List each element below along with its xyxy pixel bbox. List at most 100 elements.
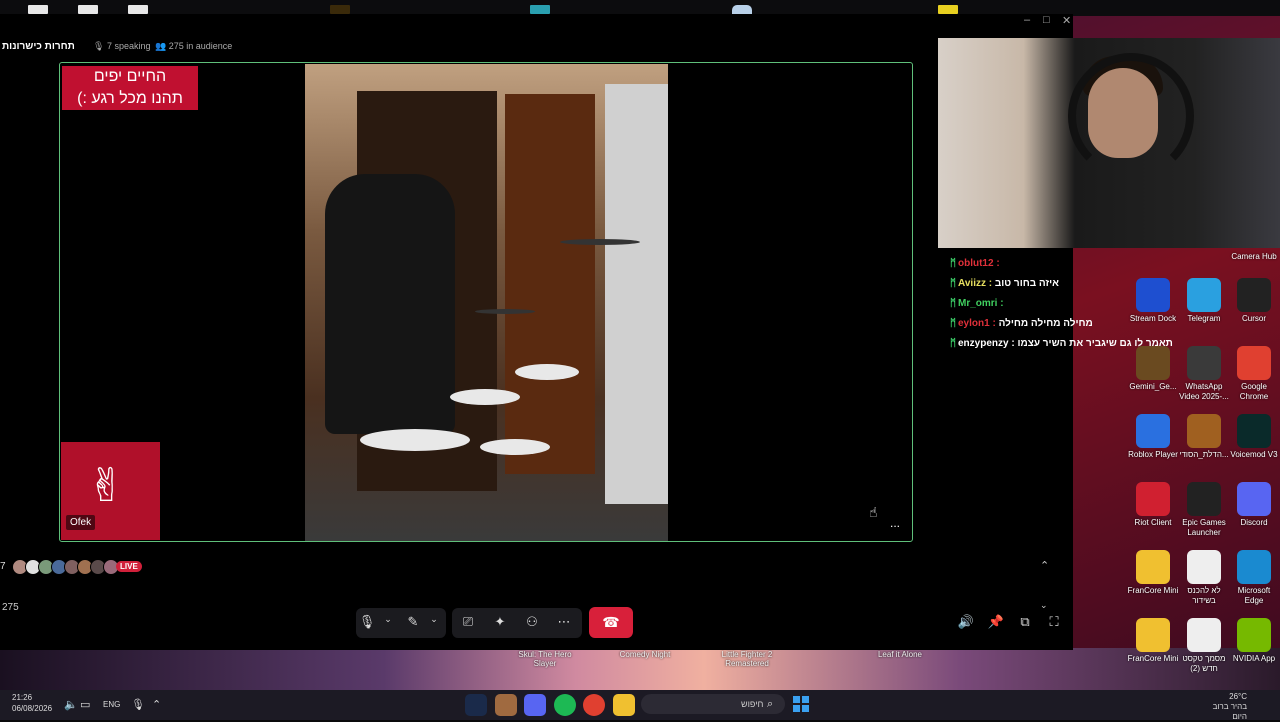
spotify-icon[interactable] <box>554 694 576 716</box>
desktop-icon[interactable]: Epic Games Launcher <box>1178 482 1230 538</box>
leave-stage-button[interactable]: ☎ <box>589 607 633 638</box>
chat-text: מחילה מחילה מחילה <box>998 318 1093 329</box>
desktop-app-icon <box>1237 278 1271 312</box>
maximize-button[interactable]: □ <box>1043 14 1050 26</box>
fullscreen-icon[interactable]: ⛶ <box>1044 614 1064 630</box>
chat-message: ᛗ Aviizz : איזה בחור טוב <box>950 278 1059 289</box>
mouse-cursor-icon: ☝ <box>869 504 878 520</box>
search-icon: ⌕ <box>767 698 774 710</box>
speaker-icon[interactable]: 🔈 <box>64 698 78 711</box>
pin-icon[interactable]: 📌 <box>986 614 1006 630</box>
desktop-icon-label: Google Chrome <box>1239 382 1269 401</box>
desktop-icon[interactable]: Roblox Player <box>1127 414 1179 460</box>
wallpaper-game-label: Leaf it Alone <box>877 650 923 659</box>
cabinet <box>505 94 595 474</box>
chat-message: ᛗ Mr_omri : <box>950 298 1004 309</box>
audience-total: 275 <box>2 602 19 613</box>
search-label: חיפוש <box>741 699 764 709</box>
chevron-down-icon[interactable]: ⌄ <box>378 614 398 625</box>
weather-widget[interactable]: 26°C בהיר ברוב היום <box>1203 692 1247 722</box>
microphone-icon[interactable]: 🎙 <box>357 614 377 630</box>
desktop-icon[interactable]: Camera Hub <box>1228 250 1280 262</box>
mod-badge-icon: ᛗ <box>950 258 956 269</box>
language-indicator[interactable]: ENG <box>103 700 120 709</box>
file-explorer-icon[interactable] <box>613 694 635 716</box>
drum-pad <box>450 389 520 405</box>
drum-pad <box>515 364 579 380</box>
chat-text: איזה בחור טוב <box>994 278 1059 289</box>
desktop-icon[interactable]: Voicemod V3 <box>1228 414 1280 460</box>
file-icon[interactable] <box>128 5 148 14</box>
invite-to-speak-icon[interactable]: ⚇ <box>522 614 542 630</box>
popout-icon[interactable]: ⧉ <box>1015 614 1035 630</box>
app-taskbar-icon[interactable] <box>495 694 517 716</box>
chat-message: ᛗ oblut12 : <box>950 258 1000 269</box>
app-icon[interactable] <box>530 5 550 14</box>
more-actions-icon[interactable]: ⋯ <box>554 614 574 630</box>
network-icon[interactable]: ▭ <box>80 698 90 711</box>
desktop-app-icon <box>1237 414 1271 448</box>
desktop-icon[interactable]: WhatsApp Video 2025-... <box>1178 346 1230 402</box>
mod-badge-icon: ᛗ <box>950 278 956 289</box>
desktop-app-icon <box>1237 346 1271 380</box>
activity-icon[interactable]: ✦ <box>490 614 510 630</box>
chat-username: eylon1 : <box>958 318 999 329</box>
desktop-app-icon <box>1237 550 1271 584</box>
file-icon[interactable] <box>28 5 48 14</box>
desktop-icon[interactable]: FranCore Mini <box>1127 550 1179 596</box>
audience-count: 👥 275 in audience <box>155 41 233 51</box>
minimize-button[interactable]: – <box>1024 14 1030 26</box>
channel-name: תחרות כישרונות <box>2 41 75 52</box>
desktop-icon-label: FranCore Mini <box>1127 654 1179 663</box>
desktop-icon[interactable]: הדלת_הסודי... <box>1178 414 1230 460</box>
drum-pad <box>360 429 470 451</box>
desktop-app-icon <box>1136 278 1170 312</box>
wallpaper-game-label: Comedy Night <box>619 650 671 659</box>
desktop-icon[interactable]: Telegram <box>1178 278 1230 324</box>
desktop-app-icon <box>1187 482 1221 516</box>
desktop-icon[interactable]: Riot Client <box>1127 482 1179 528</box>
clock[interactable]: 21:26 06/08/2026 <box>12 692 52 714</box>
desktop-icon[interactable]: FranCore Mini <box>1127 618 1179 664</box>
camera-off-icon[interactable]: ✎ <box>403 614 423 630</box>
chevron-up-icon[interactable]: ⌃ <box>1040 559 1049 572</box>
desktop-icon-label: Voicemod V3 <box>1230 450 1278 459</box>
file-icon[interactable] <box>78 5 98 14</box>
desktop-icon-label: Roblox Player <box>1128 450 1178 459</box>
volume-icon[interactable]: 🔊 <box>956 614 976 630</box>
chevron-down-icon[interactable]: ⌄ <box>424 614 444 625</box>
desktop-icon[interactable]: מסמך טקסט חדש (2) <box>1178 618 1230 674</box>
desktop-icon[interactable]: Cursor <box>1228 278 1280 324</box>
app-icon[interactable] <box>938 5 958 14</box>
chat-username: Mr_omri : <box>958 298 1004 309</box>
close-button[interactable]: ✕ <box>1062 14 1071 27</box>
desktop-icon[interactable]: NVIDIA App <box>1228 618 1280 664</box>
desktop-app-icon <box>1237 618 1271 652</box>
desktop-app-icon <box>1187 618 1221 652</box>
desktop-app-icon <box>1237 482 1271 516</box>
desktop-icon[interactable]: Discord <box>1228 482 1280 528</box>
chrome-taskbar-icon[interactable] <box>583 694 605 716</box>
steam-icon[interactable] <box>465 694 487 716</box>
desktop-icon-label: NVIDIA App <box>1232 654 1276 663</box>
desktop-icon[interactable]: Microsoft Edge <box>1228 550 1280 606</box>
chat-username: oblut12 : <box>958 258 1000 269</box>
app-icon[interactable] <box>330 5 350 14</box>
desktop-icon[interactable]: Google Chrome <box>1228 346 1280 402</box>
tray-chevron-icon[interactable]: ⌃ <box>152 698 161 711</box>
screen-share-icon[interactable]: ⎚ <box>458 614 478 630</box>
desktop-icon[interactable]: Gemini_Ge... <box>1127 346 1179 392</box>
desktop-icon[interactable]: לא להכנס בשידור <box>1178 550 1230 606</box>
app-icon[interactable] <box>732 5 752 14</box>
mirror <box>605 84 668 504</box>
start-button[interactable] <box>793 696 809 712</box>
mic-tray-icon[interactable]: 🎙 <box>131 698 145 711</box>
chevron-down-icon[interactable]: ⌄ <box>1040 600 1048 611</box>
discord-taskbar-icon[interactable] <box>524 694 546 716</box>
wallpaper-game-label: Skul: The Hero Slayer <box>518 650 572 668</box>
drummer-video <box>305 64 668 541</box>
more-options-button[interactable]: ... <box>890 516 900 530</box>
desktop-icon[interactable]: Stream Dock <box>1127 278 1179 324</box>
desktop-app-icon <box>1187 346 1221 380</box>
cymbal <box>475 309 535 314</box>
